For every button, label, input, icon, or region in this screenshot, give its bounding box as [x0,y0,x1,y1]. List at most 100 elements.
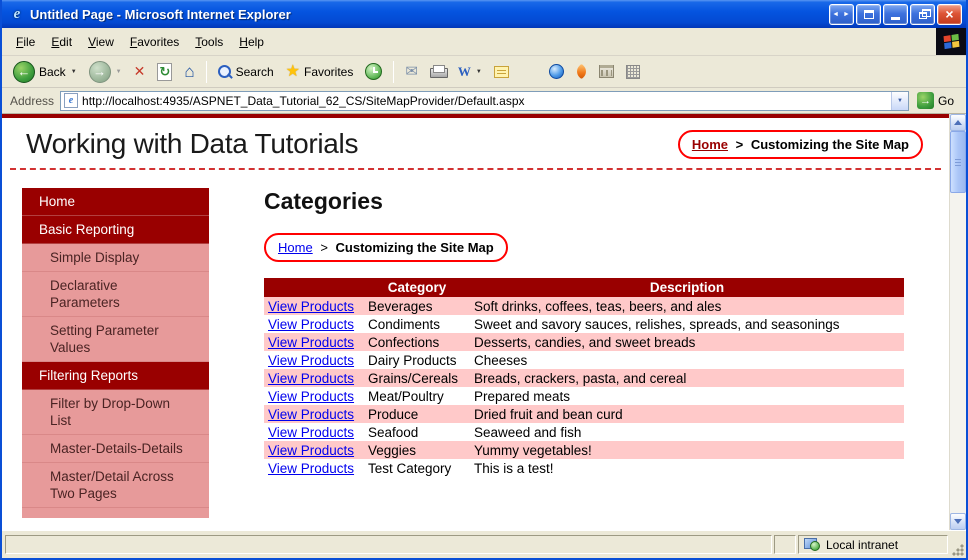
address-input[interactable] [78,93,891,108]
view-products-link[interactable]: View Products [268,335,354,350]
view-products-link[interactable]: View Products [268,353,354,368]
edit-dropdown-icon[interactable]: ▼ [476,69,482,75]
history-button[interactable] [360,58,387,86]
address-bar: Address e ▼ → Go [2,88,966,114]
table-row: View Products Beverages Soft drinks, cof… [264,297,904,315]
stop-icon: ✕ [133,63,146,79]
sidebar-item[interactable]: Master-Details-Details [22,435,209,463]
content-area: Home Basic Reporting Simple Display Decl… [2,170,949,518]
view-products-link[interactable]: View Products [268,389,354,404]
minimize-button[interactable] [883,3,908,25]
search-button[interactable]: Search [213,58,279,86]
forward-button[interactable]: → ▼ [84,58,127,86]
addon-button[interactable] [571,58,592,86]
stop-button[interactable]: ✕ [129,58,151,86]
pan-arrows-button[interactable]: ◄ ► [829,3,854,25]
forward-dropdown-icon[interactable]: ▼ [116,69,122,75]
description-cell: Yummy vegetables! [474,442,592,458]
table-row: View Products Confections Desserts, cand… [264,333,904,351]
scrollbar-thumb[interactable] [950,131,966,193]
header-description: Description [470,278,904,297]
view-products-link[interactable]: View Products [268,371,354,386]
browser-viewport: Working with Data Tutorials Home > Custo… [2,114,966,530]
breadcrumb-separator: > [735,136,744,152]
toolbar-separator [393,60,395,83]
history-icon [365,63,383,80]
back-label: Back [39,64,66,79]
menu-items: File Edit View Favorites Tools Help [2,28,936,55]
address-dropdown-button[interactable]: ▼ [890,91,908,110]
table-row: View Products Grains/Cereals Breads, cra… [264,369,904,387]
scrollbar-track[interactable] [950,131,966,513]
window-title: Untitled Page - Microsoft Internet Explo… [30,6,291,22]
view-products-link[interactable]: View Products [268,407,354,422]
sidebar-item[interactable]: Filter by Drop-Down List [22,390,209,435]
categories-table: Category Description View Products Bever… [264,278,904,477]
menu-item[interactable]: Help [231,32,272,52]
table-header-row: Category Description [264,278,904,297]
messenger-icon [548,64,564,79]
back-button[interactable]: ← Back ▼ [8,58,82,86]
sidebar-item[interactable]: Filtering Reports [22,362,209,390]
go-button[interactable]: → Go [915,92,960,109]
resize-grip[interactable] [951,543,964,556]
view-products-link[interactable]: View Products [268,317,354,332]
refresh-button[interactable]: ↻ [152,58,177,86]
breadcrumb-home-link[interactable]: Home [692,137,728,152]
category-cell: Veggies [368,442,417,458]
sidebar-item[interactable]: Home [22,188,209,216]
status-mini-pane [774,535,796,554]
vertical-scrollbar[interactable] [949,114,966,530]
menu-item[interactable]: Favorites [122,32,187,52]
edit-button[interactable]: W ▼ [453,58,487,86]
refresh-icon: ↻ [157,62,173,81]
discuss-button[interactable] [489,58,514,86]
grid-tool-button[interactable] [621,58,645,86]
favorites-button[interactable]: ★ Favorites [281,58,359,86]
menu-item[interactable]: Edit [43,32,80,52]
view-products-link[interactable]: View Products [268,299,354,314]
description-cell: Dried fruit and bean curd [474,406,623,422]
screen-button[interactable] [856,3,881,25]
grid-icon [625,64,640,79]
favorites-label: Favorites [303,64,354,79]
menu-item[interactable]: Tools [187,32,231,52]
research-button[interactable] [594,58,619,86]
view-products-link[interactable]: View Products [268,443,354,458]
close-button[interactable]: × [937,3,962,25]
view-products-link[interactable]: View Products [268,461,354,476]
page-favicon: e [64,93,79,108]
content-breadcrumb-home-link[interactable]: Home [278,240,313,255]
category-cell: Grains/Cereals [368,370,459,386]
menu-item[interactable]: View [80,32,122,52]
messenger-button[interactable] [544,58,569,86]
sidebar-item[interactable]: Simple Display [22,244,209,272]
menu-item[interactable]: File [8,32,43,52]
view-products-link[interactable]: View Products [268,425,354,440]
table-row: View Products Seafood Seaweed and fish [264,423,904,441]
header-empty [264,278,364,297]
window-controls: ◄ ► × [829,3,962,25]
home-button[interactable]: ⌂ [179,58,199,86]
site-title: Working with Data Tutorials [26,128,359,159]
restore-button[interactable] [910,3,935,25]
content-breadcrumb-current: Customizing the Site Map [335,240,494,255]
scroll-down-button[interactable] [950,513,966,530]
sidebar-item-partial[interactable] [22,508,209,518]
home-icon: ⌂ [184,62,195,81]
close-icon: × [945,6,954,22]
scroll-up-button[interactable] [950,114,966,131]
sidebar-item[interactable]: Basic Reporting [22,216,209,244]
print-button[interactable] [425,58,451,86]
title-bar: e Untitled Page - Microsoft Internet Exp… [2,0,966,28]
sidebar-item[interactable]: Setting Parameter Values [22,317,209,362]
restore-icon [918,9,931,19]
sidebar-item[interactable]: Master/Detail Across Two Pages [22,463,209,508]
description-cell: Sweet and savory sauces, relishes, sprea… [474,316,840,332]
table-row: View Products Veggies Yummy vegetables! [264,441,904,459]
mail-button[interactable]: ✉ [400,58,423,86]
back-dropdown-icon[interactable]: ▼ [71,69,77,75]
toolbar-separator [205,60,207,83]
go-label: Go [937,93,954,108]
sidebar-item[interactable]: Declarative Parameters [22,272,209,317]
